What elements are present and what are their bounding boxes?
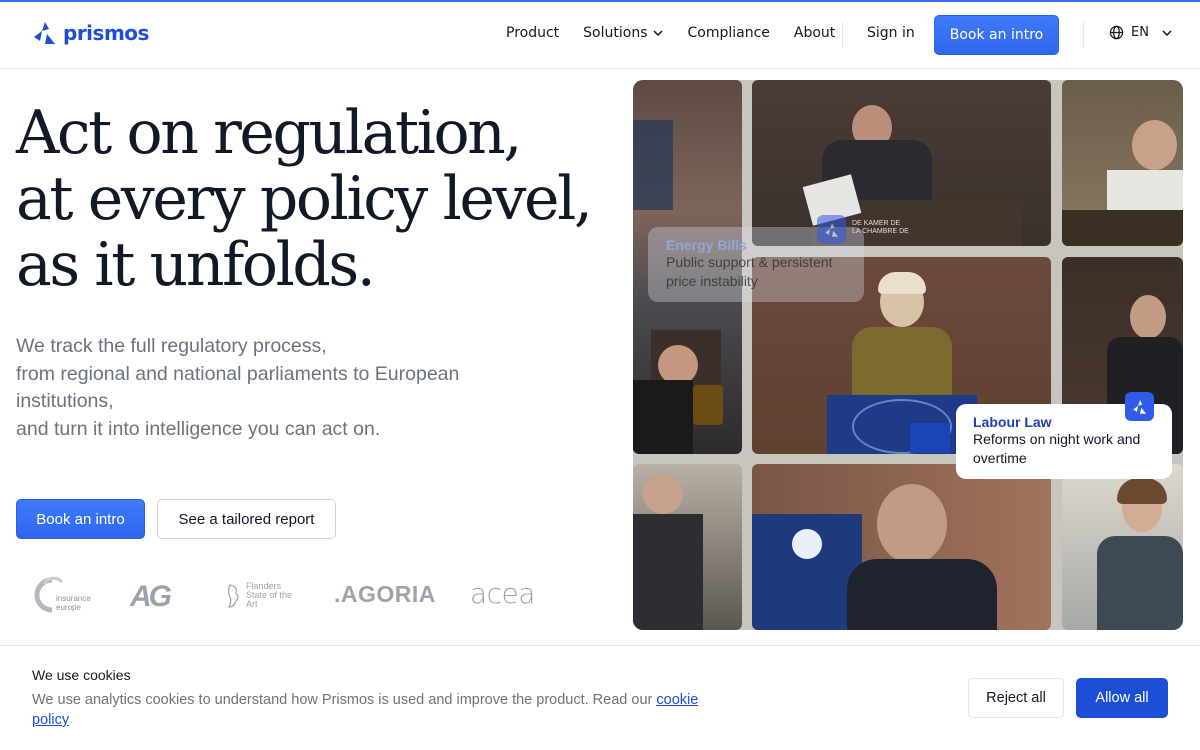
hero-subtitle: We track the full regulatory process, fr…: [16, 333, 536, 443]
flanders-text: Flanders State of the Art: [246, 582, 293, 609]
agoria-logo: .AGORIA: [334, 581, 436, 608]
globe-icon: [1109, 25, 1124, 40]
insurance-europe-logo: insurance europe: [34, 576, 94, 614]
book-intro-button[interactable]: Book an intro: [16, 499, 145, 539]
ag-text: AG: [130, 580, 172, 613]
cookie-text: We use analytics cookies to understand h…: [32, 690, 712, 730]
nav-product[interactable]: Product: [506, 25, 559, 41]
collage-photo-right-bottom: [1062, 464, 1183, 630]
tailored-report-button[interactable]: See a tailored report: [157, 499, 336, 539]
brand-logo[interactable]: prismos: [33, 20, 149, 46]
main-nav: Product Solutions Compliance About: [506, 25, 859, 41]
hero-title-line: Act on regulation,: [10, 98, 591, 168]
hero-subtitle-line: institutions,: [16, 390, 114, 412]
brand-name: prismos: [63, 21, 149, 45]
nav-about[interactable]: About: [794, 25, 835, 41]
cookie-banner: We use cookies We use analytics cookies …: [0, 645, 1200, 750]
collage-photo-press: [752, 464, 1051, 630]
hero-image-collage: DE KAMER DE LA CHAMBRE DE Energy Bills P…: [633, 80, 1183, 630]
nav-divider: [842, 22, 843, 48]
language-label: EN: [1131, 25, 1149, 40]
hero-subtitle-line: and turn it into intelligence you can ac…: [16, 417, 381, 440]
nav-compliance[interactable]: Compliance: [687, 25, 769, 41]
chamber-sign: DE KAMER DE LA CHAMBRE DE: [852, 220, 909, 235]
cookie-description: We use analytics cookies to understand h…: [32, 692, 657, 708]
prismos-logo-icon: [33, 20, 57, 46]
nav-solutions-label: Solutions: [583, 25, 648, 41]
flanders-logo: Flanders State of the Art: [226, 582, 302, 609]
cookie-title: We use cookies: [32, 667, 131, 683]
ag-logo: AG: [130, 580, 172, 614]
collage-photo-chamber: DE KAMER DE LA CHAMBRE DE: [752, 80, 1051, 246]
chevron-down-icon: [1162, 29, 1172, 36]
agoria-text: .AGORIA: [334, 581, 436, 607]
client-logos: insurance europe AG Flanders State of th…: [34, 576, 544, 616]
hero-subtitle-line: from regional and national parliaments t…: [16, 362, 460, 385]
nav-compliance-label: Compliance: [687, 25, 770, 41]
prismos-badge-icon: [1125, 392, 1154, 421]
hero-title-line: as it unfolds.: [16, 230, 376, 300]
language-selector[interactable]: EN: [1109, 25, 1172, 40]
book-intro-header-button[interactable]: Book an intro: [934, 15, 1059, 55]
labour-law-card: Labour Law Reforms on night work and ove…: [956, 392, 1172, 479]
nav-product-label: Product: [506, 25, 560, 41]
chevron-down-icon: [653, 30, 664, 36]
hero-title-line: at every policy level,: [16, 164, 593, 234]
prismos-badge-icon: [817, 215, 846, 244]
labour-law-text: Reforms on night work and overtime: [973, 431, 1141, 466]
nav-solutions[interactable]: Solutions: [583, 25, 664, 41]
energy-bills-text: Public support & persistent price instab…: [666, 254, 833, 289]
collage-photo-left-bottom: [633, 464, 742, 630]
hero-title-text: Act on regulation,: [16, 98, 523, 168]
insurance-europe-text: insurance europe: [56, 594, 91, 612]
nav-divider: [1083, 22, 1084, 48]
nav-about-label: About: [793, 25, 836, 41]
hero-title: Act on regulation, at every policy level…: [10, 98, 593, 300]
allow-all-button[interactable]: Allow all: [1076, 678, 1168, 718]
reject-all-button[interactable]: Reject all: [968, 678, 1064, 718]
acea-logo: acea: [470, 577, 535, 610]
lion-icon: [227, 583, 239, 608]
acea-text: acea: [470, 577, 535, 610]
site-header: prismos Product Solutions Compliance Abo…: [0, 2, 1200, 69]
collage-photo-right-top: [1062, 80, 1183, 246]
hero-subtitle-line: We track the full regulatory process,: [16, 335, 327, 357]
energy-bills-card: Energy Bills Public support & persistent…: [648, 215, 864, 302]
sign-in-link[interactable]: Sign in: [867, 25, 915, 41]
